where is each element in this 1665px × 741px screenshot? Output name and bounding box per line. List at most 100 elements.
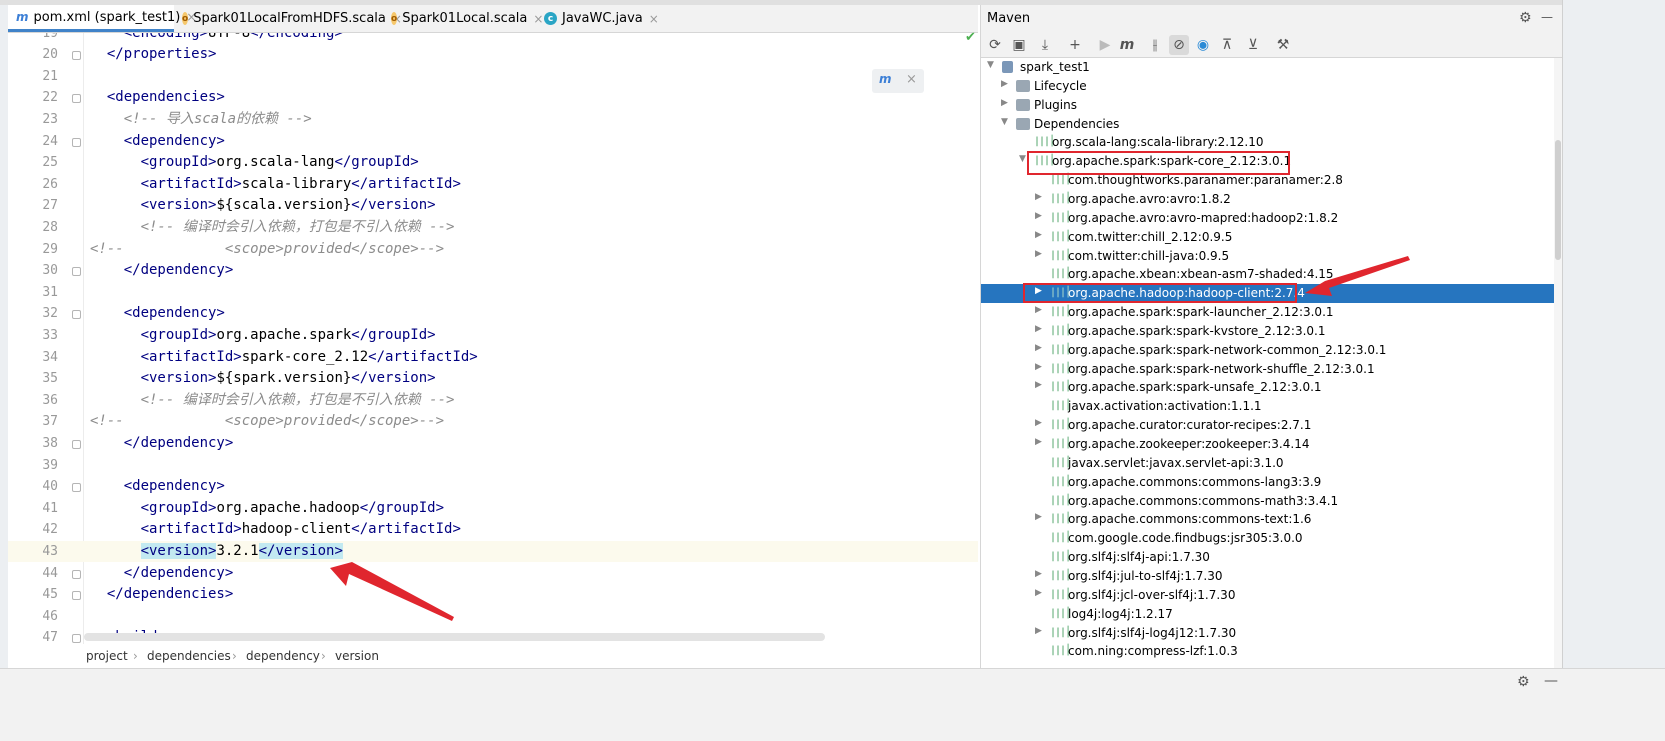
code-text: <encoding>UTF-8</encoding> [90, 33, 343, 44]
tree-node[interactable]: ▶ |||│ org.slf4j:slf4j-log4j12:1.7.30 [981, 624, 1563, 643]
offline-mode-icon[interactable]: ⊘ [1169, 35, 1189, 55]
vertical-scrollbar[interactable] [1554, 58, 1562, 668]
chevron-right-icon[interactable]: ▶ [1035, 626, 1042, 636]
chevron-right-icon[interactable]: ▶ [1035, 569, 1042, 579]
chevron-right-icon[interactable]: ▶ [1035, 343, 1042, 353]
code-editor[interactable]: 19 <encoding>UTF-8</encoding>20 </proper… [8, 33, 978, 644]
download-icon[interactable]: ⤓ [1035, 35, 1055, 55]
chevron-down-icon[interactable]: ▼ [1001, 117, 1008, 127]
chevron-right-icon[interactable]: ▶ [1035, 324, 1042, 334]
chevron-right-icon[interactable]: ▶ [1035, 588, 1042, 598]
tree-node[interactable]: |||│ javax.activation:activation:1.1.1 [981, 397, 1563, 416]
chevron-down-icon[interactable]: ▼ [987, 60, 994, 70]
chevron-right-icon[interactable]: ▶ [1035, 211, 1042, 221]
chevron-right-icon[interactable]: ▶ [1001, 98, 1008, 108]
chevron-right-icon[interactable]: ▶ [1035, 192, 1042, 202]
maven-project-tree[interactable]: ▼ spark_test1 ▶ Lifecycle ▶ Plugins ▼ Dependenc… [980, 58, 1563, 668]
fold-marker-icon[interactable] [72, 137, 81, 147]
breadcrumb-item[interactable]: version [335, 649, 379, 663]
chevron-down-icon[interactable]: ▼ [1019, 154, 1026, 164]
chevron-right-icon[interactable]: ▶ [1035, 437, 1042, 447]
line-number: 33 [42, 327, 58, 343]
settings-wrench-icon[interactable]: ⚒ [1273, 35, 1293, 55]
tree-node-label: org.slf4j:slf4j-api:1.7.30 [1068, 550, 1210, 565]
tree-node[interactable]: |||│ com.google.code.findbugs:jsr305:3.0.… [981, 529, 1563, 548]
skip-tests-icon[interactable]: ⫲ [1145, 35, 1165, 55]
close-icon[interactable]: × [649, 12, 659, 26]
tree-node[interactable]: ▶ |||│ org.slf4j:jul-to-slf4j:1.7.30 [981, 567, 1563, 586]
tab-2[interactable]: oSpark01LocalFromHDFS.scala× [174, 5, 402, 32]
tree-node[interactable]: ▶ |||│ org.apache.avro:avro-mapred:hadoop2… [981, 209, 1563, 228]
breadcrumb-item[interactable]: dependencies [147, 649, 231, 663]
minimize-icon[interactable]: — [1544, 673, 1558, 689]
tab-1[interactable]: m pom.xml (spark_test1) × [8, 5, 196, 32]
fold-marker-icon[interactable] [72, 591, 81, 601]
tree-node[interactable]: |||│ javax.servlet:javax.servlet-api:3.1.… [981, 454, 1563, 473]
horizontal-scrollbar[interactable] [84, 633, 825, 641]
maven-load-changes-popup[interactable]: m × [872, 69, 924, 93]
gear-icon[interactable]: ⚙ [1517, 674, 1530, 690]
tree-node[interactable]: |||│ org.slf4j:slf4j-api:1.7.30 [981, 548, 1563, 567]
tree-node[interactable]: ▶ |||│ org.apache.spark:spark-network-comm… [981, 341, 1563, 360]
chevron-right-icon[interactable]: ▶ [1001, 79, 1008, 89]
breadcrumb-item[interactable]: dependency [246, 649, 320, 663]
reload-icon[interactable]: ⟳ [985, 35, 1005, 55]
collapse-all-icon[interactable]: ⊼ [1217, 35, 1237, 55]
tree-node[interactable]: ▶ |||│ org.apache.spark:spark-unsafe_2.12:… [981, 378, 1563, 397]
scrollbar-thumb[interactable] [1555, 140, 1561, 260]
execute-goal-icon[interactable]: m [1117, 35, 1137, 55]
tree-node[interactable]: ▶ |||│ org.slf4j:jcl-over-slf4j:1.7.30 [981, 586, 1563, 605]
chevron-right-icon[interactable]: ▶ [1035, 305, 1042, 315]
folder-icon [1016, 117, 1030, 130]
run-icon[interactable]: ▶ [1095, 35, 1115, 55]
tree-node[interactable]: ▶ Plugins [981, 96, 1563, 115]
breadcrumb-item[interactable]: project [86, 649, 128, 663]
tree-node[interactable]: |||│ com.ning:compress-lzf:1.0.3 [981, 642, 1563, 661]
maven-reload-icon[interactable]: m [879, 72, 892, 86]
fold-marker-icon[interactable] [72, 51, 81, 61]
tree-node[interactable]: ▶ |||│ org.apache.commons:commons-text:1.6 [981, 510, 1563, 529]
maven-toolbar: ⟳ ▣ ⤓ + ▶ m ⫲ ⊘ ◉ ⊼ ⊻ ⚒ [980, 32, 1563, 58]
chevron-right-icon[interactable]: ▶ [1035, 362, 1042, 372]
fold-marker-icon[interactable] [72, 94, 81, 104]
chevron-right-icon[interactable]: ▶ [1035, 512, 1042, 522]
tab-4[interactable]: c JavaWC.java × [536, 5, 661, 32]
tree-node[interactable]: |||│ org.scala-lang:scala-library:2.12.10 [981, 133, 1563, 152]
fold-marker-icon[interactable] [72, 569, 81, 579]
chevron-right-icon[interactable]: ▶ [1035, 230, 1042, 240]
tree-node[interactable]: ▶ |||│ com.twitter:chill-java:0.9.5 [981, 247, 1563, 266]
fold-marker-icon[interactable] [72, 634, 81, 644]
tree-node[interactable]: ▶ |||│ org.apache.spark:spark-kvstore_2.12… [981, 322, 1563, 341]
fold-marker-icon[interactable] [72, 310, 81, 320]
tree-node[interactable]: |||│ org.apache.commons:commons-math3:3.4… [981, 492, 1563, 511]
line-number: 44 [42, 565, 58, 581]
add-icon[interactable]: + [1065, 35, 1085, 55]
expand-all-icon[interactable]: ⊻ [1243, 35, 1263, 55]
show-dependencies-icon[interactable]: ◉ [1193, 35, 1213, 55]
chevron-right-icon[interactable]: ▶ [1035, 380, 1042, 390]
code-text: <dependency> [90, 131, 225, 153]
library-icon: |||│ [1050, 362, 1071, 374]
fold-marker-icon[interactable] [72, 483, 81, 493]
tree-node[interactable]: |||│ org.apache.commons:commons-lang3:3.9 [981, 473, 1563, 492]
fold-marker-icon[interactable] [72, 439, 81, 449]
tree-node[interactable]: |||│ org.apache.xbean:xbean-asm7-shaded:4… [981, 265, 1563, 284]
tree-node[interactable]: |||│ log4j:log4j:1.2.17 [981, 605, 1563, 624]
fold-marker-icon[interactable] [72, 267, 81, 277]
minimize-icon[interactable]: — [1541, 10, 1553, 24]
generate-sources-icon[interactable]: ▣ [1009, 35, 1029, 55]
gear-icon[interactable]: ⚙ [1519, 10, 1532, 26]
tree-node[interactable]: ▶ |||│ org.apache.avro:avro:1.8.2 [981, 190, 1563, 209]
chevron-right-icon[interactable]: ▶ [1035, 249, 1042, 259]
chevron-right-icon[interactable]: ▶ [1035, 418, 1042, 428]
tree-node[interactable]: ▼ Dependencies [981, 115, 1563, 134]
tree-node[interactable]: ▶ |||│ org.apache.spark:spark-network-shuf… [981, 360, 1563, 379]
tree-node[interactable]: ▶ |||│ org.apache.spark:spark-launcher_2.1… [981, 303, 1563, 322]
tree-node[interactable]: ▶ |||│ org.apache.zookeeper:zookeeper:3.4.… [981, 435, 1563, 454]
tree-node[interactable]: ▶ |||│ com.twitter:chill_2.12:0.9.5 [981, 228, 1563, 247]
tab-3[interactable]: o Spark01Local.scala × [383, 5, 543, 32]
tree-node[interactable]: ▶ |||│ org.apache.curator:curator-recipes:… [981, 416, 1563, 435]
close-icon[interactable]: × [906, 72, 917, 87]
tree-node[interactable]: ▼ spark_test1 [981, 58, 1563, 77]
tree-node[interactable]: ▶ Lifecycle [981, 77, 1563, 96]
